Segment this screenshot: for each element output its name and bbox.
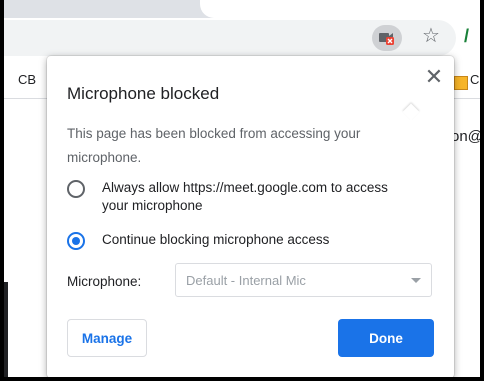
manage-button[interactable]: Manage <box>67 319 147 357</box>
microphone-select[interactable]: Default - Internal Mic <box>175 263 432 297</box>
microphone-label: Microphone: <box>67 274 142 289</box>
close-icon[interactable]: ✕ <box>423 66 445 88</box>
radio-option-always-allow[interactable]: Always allow https://meet.google.com to … <box>67 179 392 215</box>
bookmark-item-right[interactable]: C <box>470 72 479 87</box>
bookmark-folder-icon[interactable] <box>454 76 468 90</box>
extension-icon[interactable]: / <box>464 23 480 49</box>
microphone-permission-popup: Microphone blocked ✕ This page has been … <box>47 56 454 377</box>
radio-label-continue-blocking: Continue blocking microphone access <box>102 232 330 247</box>
browser-window: ☆ / CB C on@ Microphone blocked ✕ This p… <box>4 0 480 377</box>
page-content-text: on@ <box>451 128 480 145</box>
page-dark-panel <box>4 282 8 377</box>
camera-blocked-icon[interactable] <box>372 25 402 51</box>
radio-button-always-allow[interactable] <box>67 180 85 198</box>
radio-option-continue-blocking[interactable]: Continue blocking microphone access <box>67 231 392 250</box>
popup-title: Microphone blocked <box>67 84 220 103</box>
popup-description: This page has been blocked from accessin… <box>67 126 361 165</box>
popup-arrow <box>402 103 420 121</box>
radio-label-always-allow: Always allow https://meet.google.com to … <box>102 180 388 213</box>
star-icon[interactable]: ☆ <box>422 23 440 49</box>
microphone-select-value: Default - Internal Mic <box>186 273 306 288</box>
chevron-down-icon <box>411 278 421 283</box>
done-button[interactable]: Done <box>338 319 434 357</box>
bookmark-item-left[interactable]: CB <box>18 72 36 87</box>
active-tab[interactable] <box>200 0 480 18</box>
radio-button-continue-blocking[interactable] <box>67 232 85 250</box>
